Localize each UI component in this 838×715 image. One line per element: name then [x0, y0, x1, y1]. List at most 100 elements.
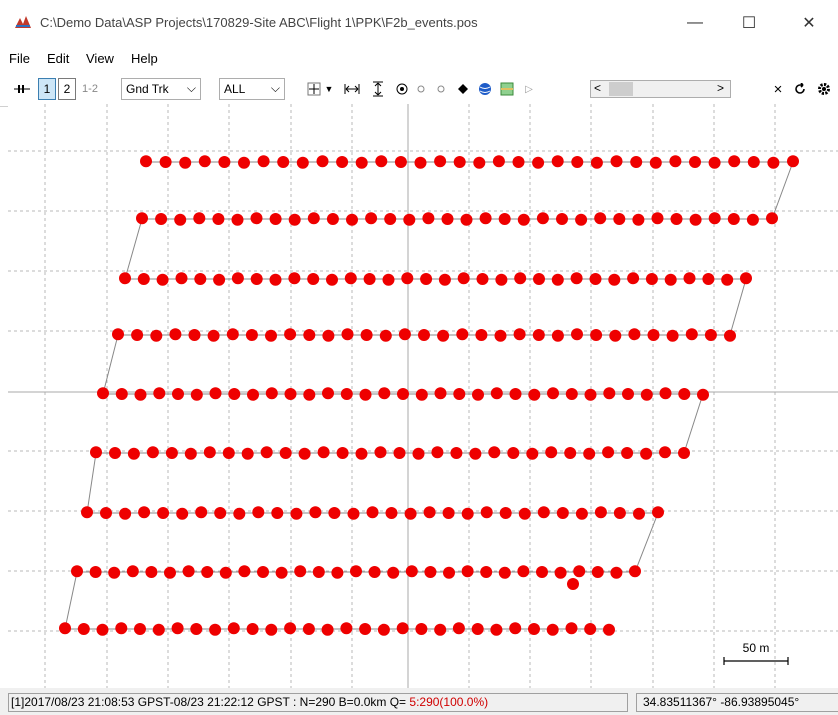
scroll-right-icon[interactable]: > [717, 81, 724, 95]
menu-view[interactable]: View [86, 51, 114, 66]
solution-2-button[interactable]: 2 [58, 78, 76, 100]
close-icon[interactable]: × [770, 78, 786, 100]
event-point [387, 566, 400, 579]
event-point [115, 388, 128, 400]
event-point [188, 329, 201, 341]
show-point-icon[interactable] [393, 78, 411, 100]
event-point [119, 507, 132, 520]
menu-file[interactable]: File [9, 51, 30, 66]
center-icon[interactable] [305, 78, 323, 100]
event-point [708, 212, 721, 225]
event-point [184, 447, 197, 460]
reload-icon[interactable] [792, 78, 808, 100]
event-point [697, 388, 709, 401]
event-point [567, 578, 579, 590]
event-point [384, 213, 397, 225]
plot-type-select[interactable]: Gnd Trk ⌵ [121, 78, 201, 100]
maximize-button[interactable]: ☐ [726, 8, 772, 38]
event-point [179, 156, 192, 169]
scroll-left-icon[interactable]: < [594, 81, 601, 95]
event-point [708, 156, 721, 169]
event-point [201, 566, 214, 578]
chevron-down-icon: ⌵ [186, 81, 196, 95]
event-point [194, 273, 207, 285]
scrollbar-thumb[interactable] [609, 82, 633, 96]
event-point [551, 329, 564, 342]
event-point [136, 212, 148, 225]
event-point [96, 623, 109, 636]
event-point [495, 273, 508, 286]
event-point [610, 155, 623, 168]
solution-toggle-icon[interactable] [12, 78, 32, 100]
chevron-down-icon: ⌵ [270, 81, 280, 95]
event-point [450, 447, 463, 459]
small-circle-icon[interactable] [414, 78, 428, 100]
event-point [152, 623, 165, 636]
event-point [174, 213, 187, 226]
event-point [344, 272, 357, 285]
diamond-icon[interactable] [455, 78, 471, 100]
event-point [570, 272, 583, 285]
window-title: C:\Demo Data\ASP Projects\170829-Site AB… [40, 15, 478, 30]
event-point [649, 156, 662, 169]
play-icon[interactable]: ▷ [522, 78, 536, 100]
ground-track-plot[interactable]: 50 m [8, 104, 838, 688]
ground-track-canvas: 50 m [8, 104, 838, 688]
fit-vertical-icon[interactable] [369, 78, 387, 100]
settings-icon[interactable] [814, 78, 834, 100]
event-point [571, 156, 584, 168]
event-point [498, 213, 511, 225]
map-icon[interactable] [498, 78, 516, 100]
event-point [647, 329, 660, 341]
solution-1-button[interactable]: 1 [38, 78, 56, 100]
event-point [434, 155, 447, 168]
event-point [414, 156, 427, 169]
event-point [190, 388, 203, 401]
event-point [140, 155, 152, 168]
event-point [434, 387, 447, 400]
event-point [575, 213, 588, 226]
event-point [554, 566, 567, 579]
event-point [81, 506, 93, 519]
menu-help[interactable]: Help [131, 51, 158, 66]
event-point [265, 623, 278, 636]
scale-label: 50 m [743, 641, 770, 655]
event-point [514, 272, 527, 285]
event-point [303, 329, 316, 341]
event-point [397, 388, 409, 400]
title-bar: C:\Demo Data\ASP Projects\170829-Site AB… [0, 0, 838, 44]
event-point [488, 446, 501, 459]
event-point [359, 623, 372, 635]
time-scrollbar[interactable]: < > [590, 80, 731, 98]
globe-icon[interactable] [476, 78, 494, 100]
event-point [472, 388, 484, 401]
quality-value: ALL [224, 82, 246, 96]
event-point [355, 156, 368, 169]
event-points [59, 155, 799, 636]
dropdown-icon[interactable]: ▼ [324, 78, 334, 100]
event-point [565, 622, 578, 635]
quality-select[interactable]: ALL ⌵ [219, 78, 285, 100]
minimize-button[interactable]: — [672, 8, 718, 38]
close-window-button[interactable]: ✕ [786, 8, 832, 38]
small-circle2-icon[interactable] [434, 78, 448, 100]
event-point [659, 387, 672, 400]
event-point [603, 623, 615, 636]
event-point [603, 387, 616, 400]
solution-1-2-button[interactable]: 1-2 [79, 78, 101, 100]
fit-horizontal-icon[interactable] [343, 78, 361, 100]
event-point [499, 507, 512, 519]
event-point [238, 156, 250, 169]
event-point [767, 156, 780, 169]
event-point [146, 446, 159, 459]
event-point [528, 623, 540, 635]
event-point [640, 388, 653, 401]
menu-edit[interactable]: Edit [47, 51, 69, 66]
event-point [724, 329, 736, 342]
event-point [683, 272, 696, 285]
event-point [621, 447, 634, 459]
event-point [517, 213, 530, 226]
event-point [298, 447, 311, 460]
event-point [418, 329, 430, 341]
event-point [265, 329, 277, 342]
